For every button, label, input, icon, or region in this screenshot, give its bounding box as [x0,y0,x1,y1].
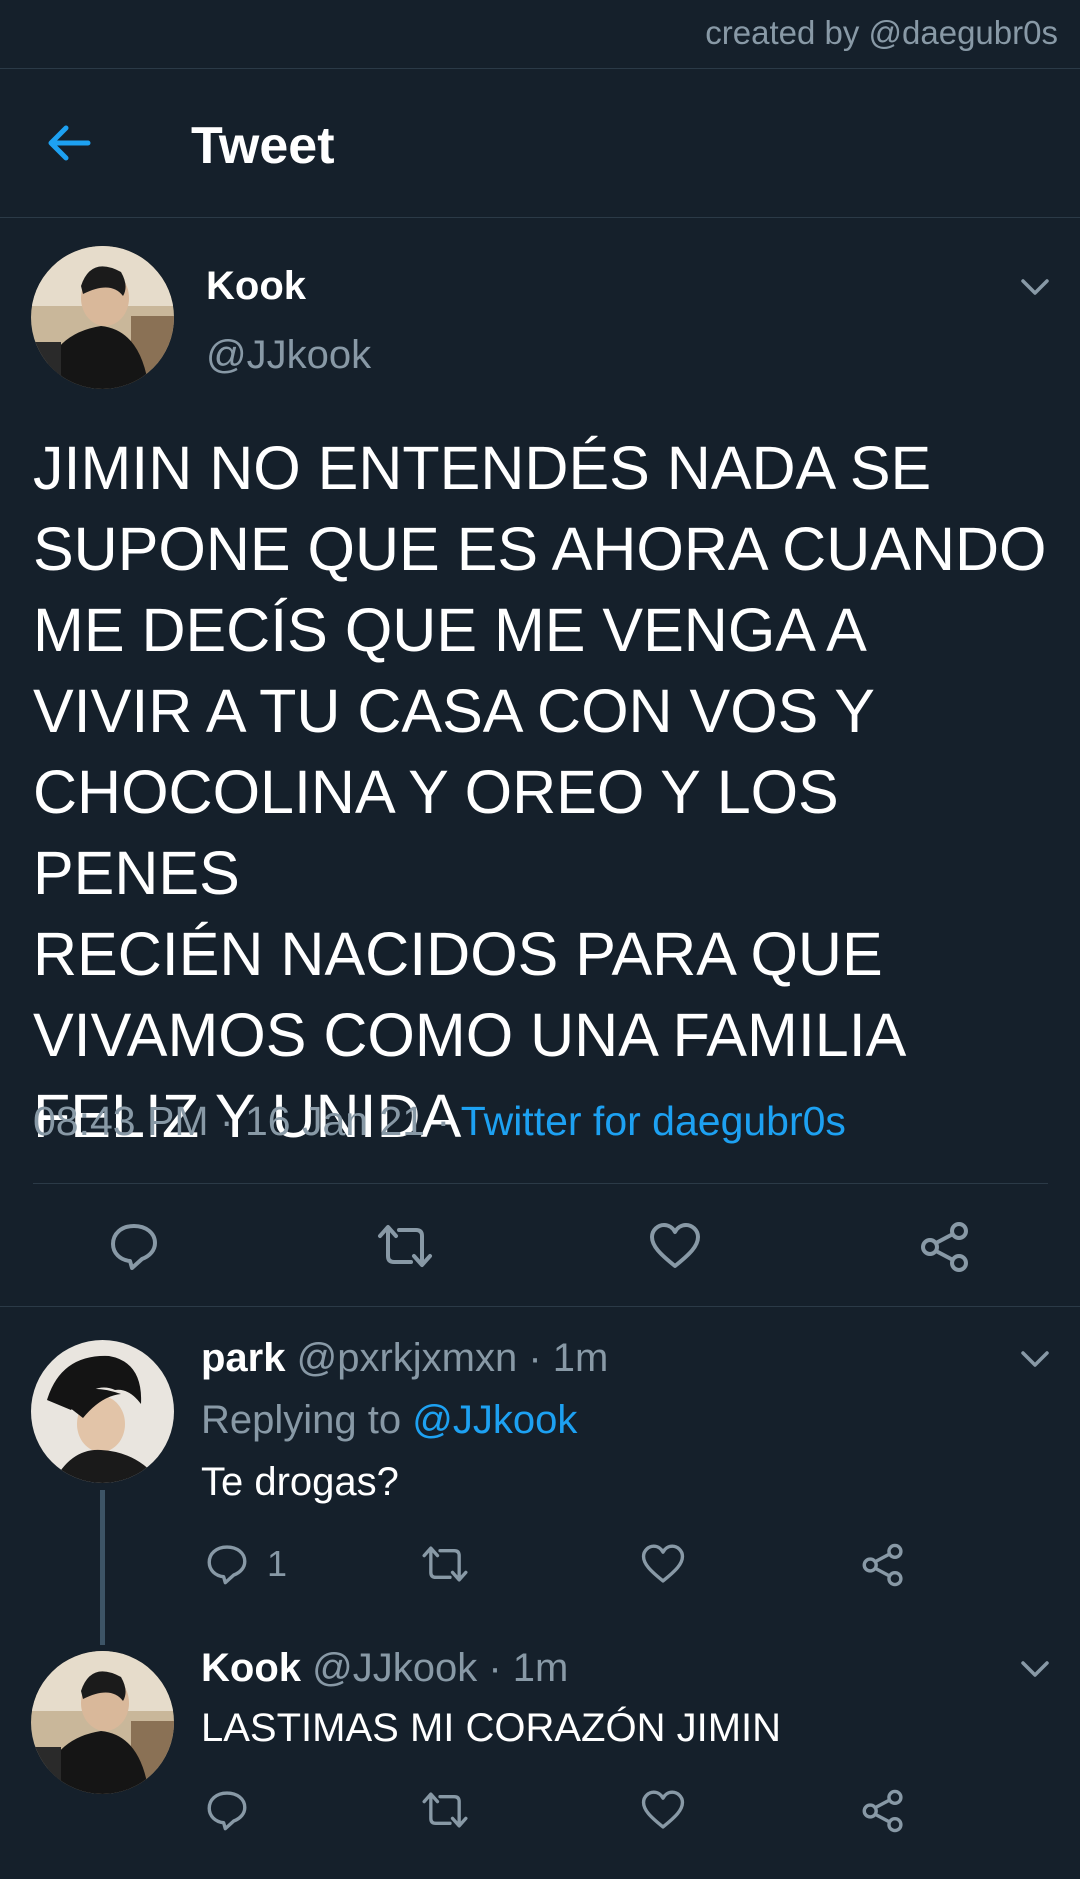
user-photo-icon [31,1651,174,1794]
page-title: Tweet [191,117,335,175]
like-button[interactable] [640,1542,686,1586]
replying-label: Replying to [201,1398,402,1442]
avatar[interactable] [31,1340,174,1483]
user-photo-icon [31,246,174,389]
tweet-text: JIMIN NO ENTENDÉS NADA SE SUPONE QUE ES … [33,434,1047,1150]
share-icon [921,1222,968,1272]
reply-author-name[interactable]: park [201,1336,286,1380]
author-name[interactable]: Kook [206,264,306,309]
arrow-left-icon [48,125,91,161]
divider [0,217,1080,218]
divider [0,1306,1080,1307]
reply-author-name[interactable]: Kook [201,1646,301,1690]
thread-connector [100,1490,105,1645]
speech-bubble-icon [207,1545,247,1585]
reply-author-handle[interactable]: @JJkook [312,1646,477,1690]
replying-to-link[interactable]: @JJkook [412,1398,577,1442]
like-button[interactable] [648,1220,702,1272]
tweet-page: created by @daegubr0s Tweet Kook @JJkook… [0,0,1080,1879]
share-button[interactable] [918,1220,972,1274]
divider [33,1183,1048,1184]
chevron-down-icon[interactable] [1017,1347,1053,1371]
divider [0,68,1080,69]
separator: · [436,1098,451,1144]
reply-button[interactable]: 1 [205,1542,287,1586]
speech-bubble-icon [111,1224,157,1270]
heart-icon [641,1790,685,1829]
reply-text: LASTIMAS MI CORAZÓN JIMIN [201,1706,782,1750]
retweet-button[interactable] [375,1220,435,1272]
share-button[interactable] [860,1542,906,1588]
share-icon [862,1543,903,1587]
user-photo-icon [31,1340,174,1483]
share-icon [862,1789,903,1833]
tweet-meta: 08:43 PM · 16 Jan 21 · Twitter for daegu… [33,1098,846,1145]
chevron-down-icon[interactable] [1017,1657,1053,1681]
reply-time: · 1m [528,1336,609,1380]
reply-author-handle[interactable]: @pxrkjxmxn [297,1336,518,1380]
separator: · [219,1098,234,1144]
tweet-date: 16 Jan 21 [244,1098,426,1144]
like-button[interactable] [640,1788,686,1832]
avatar[interactable] [31,246,174,389]
author-handle[interactable]: @JJkook [206,333,371,378]
retweet-icon [422,1792,468,1828]
reply-button[interactable] [205,1788,249,1832]
reply-text: Te drogas? [201,1460,399,1504]
tweet-source-link[interactable]: Twitter for daegubr0s [461,1098,846,1144]
retweet-button[interactable] [420,1542,470,1586]
tweet-time: 08:43 PM [33,1098,209,1144]
reply-count: 1 [267,1543,288,1584]
reply-button[interactable] [108,1220,160,1272]
retweet-icon [422,1546,468,1582]
credit-label: created by @daegubr0s [705,14,1058,51]
avatar[interactable] [31,1651,174,1794]
retweet-icon [378,1225,432,1267]
heart-icon [641,1544,685,1583]
chevron-down-icon[interactable] [1017,275,1053,299]
share-button[interactable] [860,1788,906,1834]
reply-time: · 1m [488,1646,569,1690]
back-button[interactable] [44,118,104,168]
reply-header: Kook @JJkook · 1m [201,1646,568,1691]
replying-to: Replying to @JJkook [201,1398,577,1443]
speech-bubble-icon [207,1791,247,1831]
app-header: Tweet [0,70,1080,217]
heart-icon [650,1223,700,1268]
retweet-button[interactable] [420,1788,470,1832]
reply-header: park @pxrkjxmxn · 1m [201,1336,608,1381]
